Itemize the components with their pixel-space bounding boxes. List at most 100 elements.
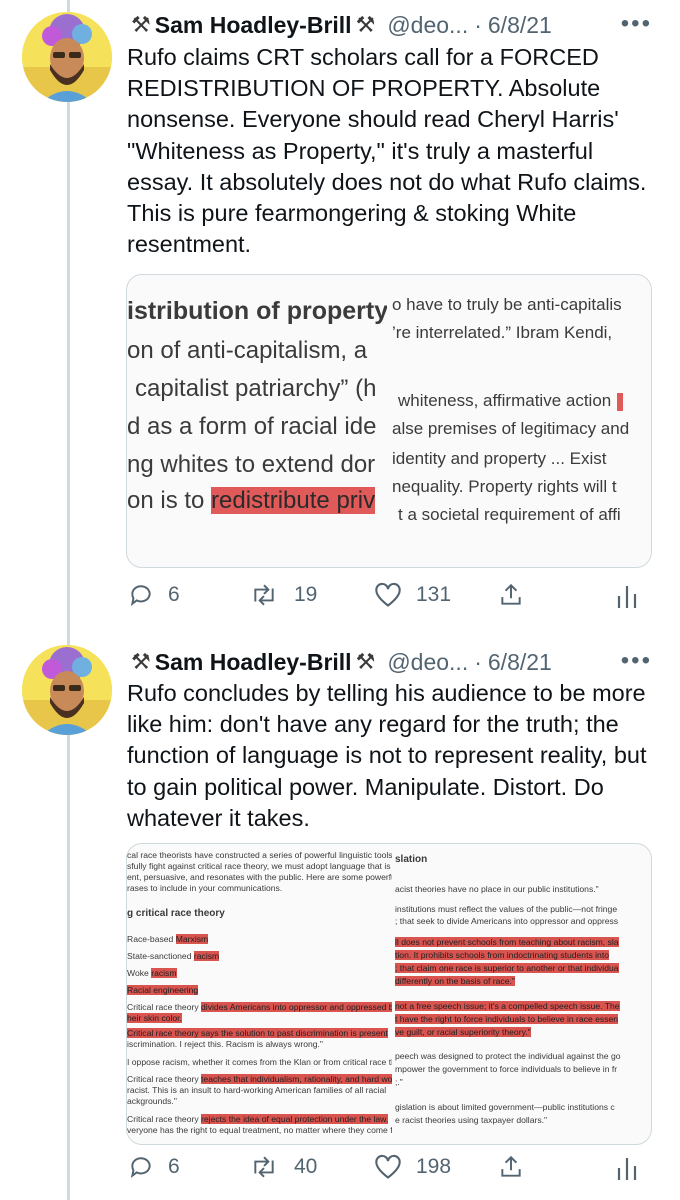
media-text-fragment: State-sanctioned <box>127 951 192 961</box>
avatar[interactable] <box>22 645 112 735</box>
avatar[interactable] <box>22 12 112 102</box>
media-text-line: Race-based Marxism <box>127 934 209 944</box>
share-icon <box>501 1155 521 1177</box>
reply-button[interactable]: 6 <box>128 1154 180 1180</box>
reply-icon <box>130 585 151 606</box>
media-text-line: ent, persuasive, and resonates with the … <box>127 872 392 882</box>
media-text-line: State-sanctioned racism <box>127 951 220 961</box>
retweet-count: 19 <box>294 583 318 606</box>
media-text-line: identity and property ... Exist <box>392 449 607 468</box>
user-handle[interactable]: @deo... <box>387 649 468 676</box>
highlighted-text: ve guilt, or racial superiority theory." <box>395 1027 531 1037</box>
tweet-text: Rufo claims CRT scholars call for a FORC… <box>127 44 647 258</box>
highlighted-text: differently on the basis of race." <box>395 976 515 986</box>
highlighted-text: Critical race theory says the solution t… <box>127 1028 388 1038</box>
tweet-text: Rufo concludes by telling his audience t… <box>127 680 647 831</box>
display-name[interactable]: Sam Hoadley-Brill <box>155 12 352 39</box>
media-text-line: on of anti-capitalism, a <box>127 337 368 364</box>
retweet-button[interactable]: 40 <box>248 1154 317 1180</box>
retweet-icon <box>254 584 274 606</box>
retweet-count: 40 <box>294 1155 318 1178</box>
media-text-line: gislation is about limited government—pu… <box>395 1102 615 1112</box>
hammer-pick-icon: ⚒ <box>355 649 376 674</box>
media-text-line: ;." <box>395 1077 403 1087</box>
media-right-panel: o have to truly be anti-capitalis ’re in… <box>392 275 651 567</box>
more-options-icon[interactable]: ••• <box>621 10 652 38</box>
media-text-line: institutions must reflect the values of … <box>395 904 618 914</box>
like-count: 131 <box>416 583 452 606</box>
media-text-line: veryone has the right to equal treatment… <box>127 1125 392 1135</box>
media-heading: g critical race theory <box>127 908 225 919</box>
display-name[interactable]: Sam Hoadley-Brill <box>155 649 352 676</box>
like-icon <box>375 1154 401 1179</box>
hammer-pick-icon: ⚒ <box>131 12 151 37</box>
highlighted-text: Marxism <box>175 934 209 944</box>
media-text-line: Critical race theory teaches that indivi… <box>127 1074 392 1084</box>
media-text-line: whiteness, affirmative action <box>398 391 624 411</box>
media-text-line: on is to redistribute priv <box>127 487 376 515</box>
media-text-line: ’re interrelated.” Ibram Kendi, <box>392 323 613 342</box>
media-text-fragment: Race-based <box>127 934 174 944</box>
media-text-line: rases to include in your communications. <box>127 883 283 893</box>
like-button[interactable]: 198 <box>374 1154 451 1180</box>
share-button[interactable] <box>498 1154 524 1180</box>
separator-dot: · <box>474 11 482 38</box>
media-text-line: e racist theories using taxpayer dollars… <box>395 1115 548 1125</box>
tweet-date[interactable]: 6/8/21 <box>488 12 552 39</box>
highlighted-text: not a free speech issue; it's a compelle… <box>395 1001 620 1011</box>
hammer-pick-icon: ⚒ <box>131 649 151 674</box>
media-left-panel: cal race theorists have constructed a se… <box>127 844 392 1144</box>
media-text-line: d as a form of racial ide <box>127 413 377 440</box>
highlighted-text: redistribute priv <box>211 487 376 514</box>
highlighted-text: Racial engineering <box>127 985 199 995</box>
tweet-header: ⚒ Sam Hoadley-Brill ⚒ @deo... · 6/8/21 <box>127 645 552 679</box>
analytics-icon <box>617 586 637 608</box>
highlighted-text: divides Americans into oppressor and opp… <box>201 1002 392 1012</box>
share-button[interactable] <box>498 582 524 608</box>
tweet-1[interactable]: ⚒ Sam Hoadley-Brill ⚒ @deo... · 6/8/21 •… <box>0 0 680 640</box>
highlighted-text: teaches that individualism, rationality,… <box>201 1074 392 1084</box>
tweet-2[interactable]: ⚒ Sam Hoadley-Brill ⚒ @deo... · 6/8/21 •… <box>0 640 680 1200</box>
analytics-icon <box>617 1158 637 1180</box>
highlighted-text: racism <box>193 951 220 961</box>
tweet-date[interactable]: 6/8/21 <box>488 649 552 676</box>
media-text-line: Critical race theory rejects the idea of… <box>127 1114 389 1124</box>
analytics-button[interactable] <box>616 1154 638 1182</box>
analytics-button[interactable] <box>616 582 638 610</box>
media-text-line: peech was designed to protect the indivi… <box>395 1051 621 1061</box>
avatar-image <box>22 645 112 735</box>
highlighted-text: t have the right to force individuals to… <box>395 1014 619 1024</box>
highlighted-text: rejects the idea of equal protection und… <box>201 1114 389 1124</box>
media-text-line: ; that seek to divide Americans into opp… <box>395 916 619 926</box>
highlighted-text: racism <box>151 968 177 978</box>
media-text-line: iscrimination. I reject this. Racism is … <box>127 1039 323 1049</box>
media-text-line: ng whites to extend dor <box>127 451 376 478</box>
reply-button[interactable]: 6 <box>128 582 180 608</box>
tweet-media-image[interactable]: istribution of property on of anti-capit… <box>126 274 652 568</box>
media-text-line: cal race theorists have constructed a se… <box>127 850 392 860</box>
highlighted-text: ll does not prevent schools from teachin… <box>395 937 619 947</box>
media-text-line: acist theories have no place in our publ… <box>395 884 599 894</box>
media-text-fragment: on is to <box>127 487 212 514</box>
media-text-line: capitalist patriarchy” (h <box>135 375 377 402</box>
retweet-button[interactable]: 19 <box>248 582 317 608</box>
highlight-marker <box>617 392 624 411</box>
media-heading: slation <box>395 854 428 865</box>
media-text-line: nequality. Property rights will t <box>392 477 617 496</box>
separator-dot: · <box>474 648 482 675</box>
highlighted-text: tion. It prohibits schools from indoctri… <box>395 950 610 960</box>
media-text-line: t a societal requirement of affi <box>398 505 621 524</box>
more-options-icon[interactable]: ••• <box>621 647 652 675</box>
like-button[interactable]: 131 <box>374 582 451 608</box>
user-handle[interactable]: @deo... <box>387 12 468 39</box>
media-text-line: o have to truly be anti-capitalis <box>392 295 622 314</box>
media-text-line: racist. This is an insult to hard-workin… <box>127 1085 387 1095</box>
tweet-media-image[interactable]: cal race theorists have constructed a se… <box>126 843 652 1145</box>
media-text-fragment: Woke <box>127 968 149 978</box>
highlighted-text: ; that claim one race is superior to ano… <box>395 963 619 973</box>
media-text-fragment: whiteness, affirmative action <box>398 391 612 410</box>
media-text-line: Critical race theory divides Americans i… <box>127 1002 392 1012</box>
like-icon <box>375 582 401 607</box>
tweet-actions: 6 19 131 <box>126 582 646 618</box>
like-count: 198 <box>416 1155 452 1178</box>
